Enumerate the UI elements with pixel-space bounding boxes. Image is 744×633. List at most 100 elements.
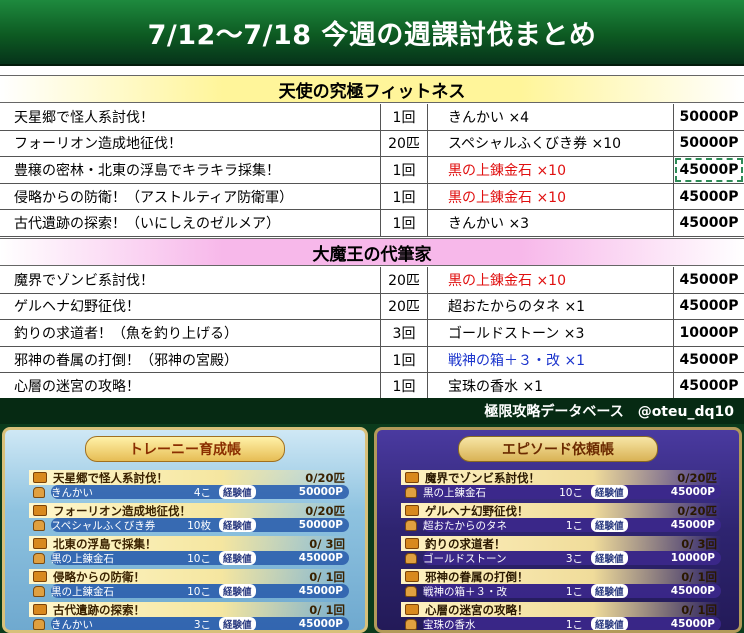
quest-item[interactable]: 魔界でゾンビ系討伐！ 0/20匹 黒の上錬金石 10こ 経験値 45000P	[401, 470, 721, 500]
quest-item[interactable]: 天星郷で怪人系討伐！ 0/20匹 きんかい 4こ 経験値 50000P	[29, 470, 349, 500]
reward-cell: 黒の上錬金石 ×10	[428, 267, 674, 293]
exp-badge: 経験値	[219, 518, 256, 532]
reward-bag-icon	[405, 486, 417, 498]
reward-bag-icon	[405, 618, 417, 630]
task-cell: 心層の迷宮の攻略！	[0, 373, 381, 399]
quest-title: フォーリオン造成地征伐！	[53, 503, 191, 518]
reward-cell: きんかい ×4	[428, 104, 674, 130]
chest-icon	[405, 571, 419, 582]
points-cell: 50000P	[679, 108, 739, 125]
reward-bag-icon	[33, 618, 45, 630]
table-row: 古代遺跡の探索！（いにしえのゼルメア） 1回 きんかい ×3 45000P	[0, 210, 744, 237]
count-cell: 20匹	[381, 130, 428, 157]
reward-points: 45000P	[298, 585, 343, 597]
points-cell: 10000P	[679, 324, 739, 341]
reward-name: 超おたからのタネ	[423, 519, 507, 532]
count-cell: 3回	[381, 320, 428, 346]
reward-cell: 黒の上錬金石 ×10	[428, 183, 674, 210]
quest-title: 古代遺跡の探索！	[53, 602, 145, 617]
exp-badge: 経験値	[591, 485, 628, 499]
quest-title-line: 北東の浮島で採集！ 0/ 3回	[29, 536, 349, 551]
chest-icon	[33, 472, 47, 483]
exp-badge: 経験値	[591, 551, 628, 565]
task-cell: フォーリオン造成地征伐！	[0, 130, 381, 157]
count-cell: 20匹	[381, 293, 428, 320]
table-row: ゲルヘナ幻野征伐！ 20匹 超おたからのタネ ×1 45000P	[0, 293, 744, 321]
quest-item[interactable]: 北東の浮島で採集！ 0/ 3回 黒の上錬金石 10こ 経験値 45000P	[29, 536, 349, 566]
table-row: フォーリオン造成地征伐！ 20匹 スペシャルふくびき券 ×10 50000P	[0, 130, 744, 158]
reward-name: 戦神の箱＋３・改	[423, 585, 507, 598]
quest-reward-line: 宝珠の香水 1こ 経験値 45000P	[405, 617, 721, 630]
quest-title: 魔界でゾンビ系討伐！	[425, 470, 540, 485]
points-cell: 45000P	[679, 215, 739, 232]
count-cell: 1回	[381, 104, 428, 130]
quest-item[interactable]: フォーリオン造成地征伐！ 0/20匹 スペシャルふくびき券 10枚 経験値 50000P	[29, 503, 349, 533]
quest-reward-line: きんかい 4こ 経験値 50000P	[33, 485, 349, 499]
quest-item[interactable]: 邪神の眷属の打倒！ 0/ 1回 戦神の箱＋３・改 1こ 経験値 45000P	[401, 569, 721, 599]
table-row: 魔界でゾンビ系討伐！ 20匹 黒の上錬金石 ×10 45000P	[0, 267, 744, 294]
points-cell: 45000P	[674, 157, 744, 183]
section-header-daihitsu: 大魔王の代筆家	[0, 238, 744, 266]
quest-reward-line: 戦神の箱＋３・改 1こ 経験値 45000P	[405, 584, 721, 598]
daihitsu-table: 魔界でゾンビ系討伐！ 20匹 黒の上錬金石 ×10 45000P ゲルヘナ幻野征伐！ 20…	[0, 267, 744, 400]
reward-name: ゴールドストーン	[423, 552, 507, 565]
reward-bag-icon	[33, 552, 45, 564]
quest-progress: 0/ 3回	[681, 536, 717, 551]
points-cell: 45000P	[679, 188, 739, 205]
quest-progress: 0/ 1回	[681, 602, 717, 617]
quest-title-line: 天星郷で怪人系討伐！ 0/20匹	[29, 470, 349, 485]
reward-name: きんかい	[51, 486, 93, 499]
points-cell: 45000P	[679, 271, 739, 288]
quest-progress: 0/ 3回	[309, 536, 345, 551]
task-cell: 魔界でゾンビ系討伐！	[0, 267, 381, 293]
reward-points: 10000P	[670, 552, 715, 564]
reward-cell: 戦神の箱＋３・改 ×1	[428, 346, 674, 373]
reward-count: 10こ	[559, 486, 583, 499]
quest-item[interactable]: 心層の迷宮の攻略！ 0/ 1回 宝珠の香水 1こ 経験値 45000P	[401, 602, 721, 630]
reward-name: きんかい	[51, 618, 93, 631]
reward-bag-icon	[405, 519, 417, 531]
count-cell: 1回	[381, 346, 428, 373]
points-cell: 45000P	[679, 351, 739, 368]
exp-badge: 経験値	[591, 518, 628, 532]
episode-panel: エピソード依頼帳 魔界でゾンビ系討伐！ 0/20匹 黒の上錬金石 10こ 経験値 4500…	[374, 427, 742, 633]
trainee-panel: トレーニー育成帳 天星郷で怪人系討伐！ 0/20匹 きんかい 4こ 経験値 50000P フ…	[2, 427, 368, 633]
quest-item[interactable]: 侵略からの防衛！ 0/ 1回 黒の上錬金石 10こ 経験値 45000P	[29, 569, 349, 599]
quest-progress: 0/20匹	[305, 503, 345, 518]
reward-points: 50000P	[298, 486, 343, 498]
reward-bag-icon	[405, 585, 417, 597]
quest-reward-line: 超おたからのタネ 1こ 経験値 45000P	[405, 518, 721, 532]
task-cell: 豊穣の密林・北東の浮島でキラキラ採集！	[0, 157, 381, 183]
quest-item[interactable]: 釣りの求道者！ 0/ 3回 ゴールドストーン 3こ 経験値 10000P	[401, 536, 721, 566]
reward-count: 3こ	[193, 618, 211, 631]
quest-title-line: 邪神の眷属の打倒！ 0/ 1回	[401, 569, 721, 584]
quest-title: 邪神の眷属の打倒！	[425, 569, 529, 584]
quest-title: ゲルヘナ幻野征伐！	[425, 503, 529, 518]
quest-item[interactable]: 古代遺跡の探索！ 0/ 1回 きんかい 3こ 経験値 45000P	[29, 602, 349, 631]
reward-count: 10枚	[187, 519, 211, 532]
quest-progress: 0/20匹	[677, 470, 717, 485]
quest-reward-line: 黒の上錬金石 10こ 経験値 45000P	[405, 485, 721, 499]
quest-title-line: 釣りの求道者！ 0/ 3回	[401, 536, 721, 551]
reward-cell: 黒の上錬金石 ×10	[428, 157, 674, 183]
section-header-fitness: 天使の究極フィットネス	[0, 75, 744, 103]
quest-title-line: フォーリオン造成地征伐！ 0/20匹	[29, 503, 349, 518]
exp-badge: 経験値	[591, 584, 628, 598]
reward-cell: ゴールドストーン ×3	[428, 320, 674, 346]
quest-progress: 0/20匹	[305, 470, 345, 485]
table-row: 天星郷で怪人系討伐！ 1回 きんかい ×4 50000P	[0, 104, 744, 131]
quest-title-line: 心層の迷宮の攻略！ 0/ 1回	[401, 602, 721, 617]
reward-points: 45000P	[670, 618, 715, 630]
chest-icon	[33, 538, 47, 549]
exp-badge: 経験値	[219, 617, 256, 630]
quest-item[interactable]: ゲルヘナ幻野征伐！ 0/20匹 超おたからのタネ 1こ 経験値 45000P	[401, 503, 721, 533]
reward-count: 10こ	[187, 585, 211, 598]
task-cell: 邪神の眷属の打倒！（邪神の宮殿）	[0, 346, 381, 373]
exp-badge: 経験値	[219, 584, 256, 598]
reward-cell: きんかい ×3	[428, 210, 674, 236]
quest-progress: 0/ 1回	[681, 569, 717, 584]
chest-icon	[33, 505, 47, 516]
game-screenshot: トレーニー育成帳 天星郷で怪人系討伐！ 0/20匹 きんかい 4こ 経験値 50000P フ…	[0, 424, 744, 633]
quest-title-line: 侵略からの防衛！ 0/ 1回	[29, 569, 349, 584]
task-cell: 古代遺跡の探索！（いにしえのゼルメア）	[0, 210, 381, 236]
